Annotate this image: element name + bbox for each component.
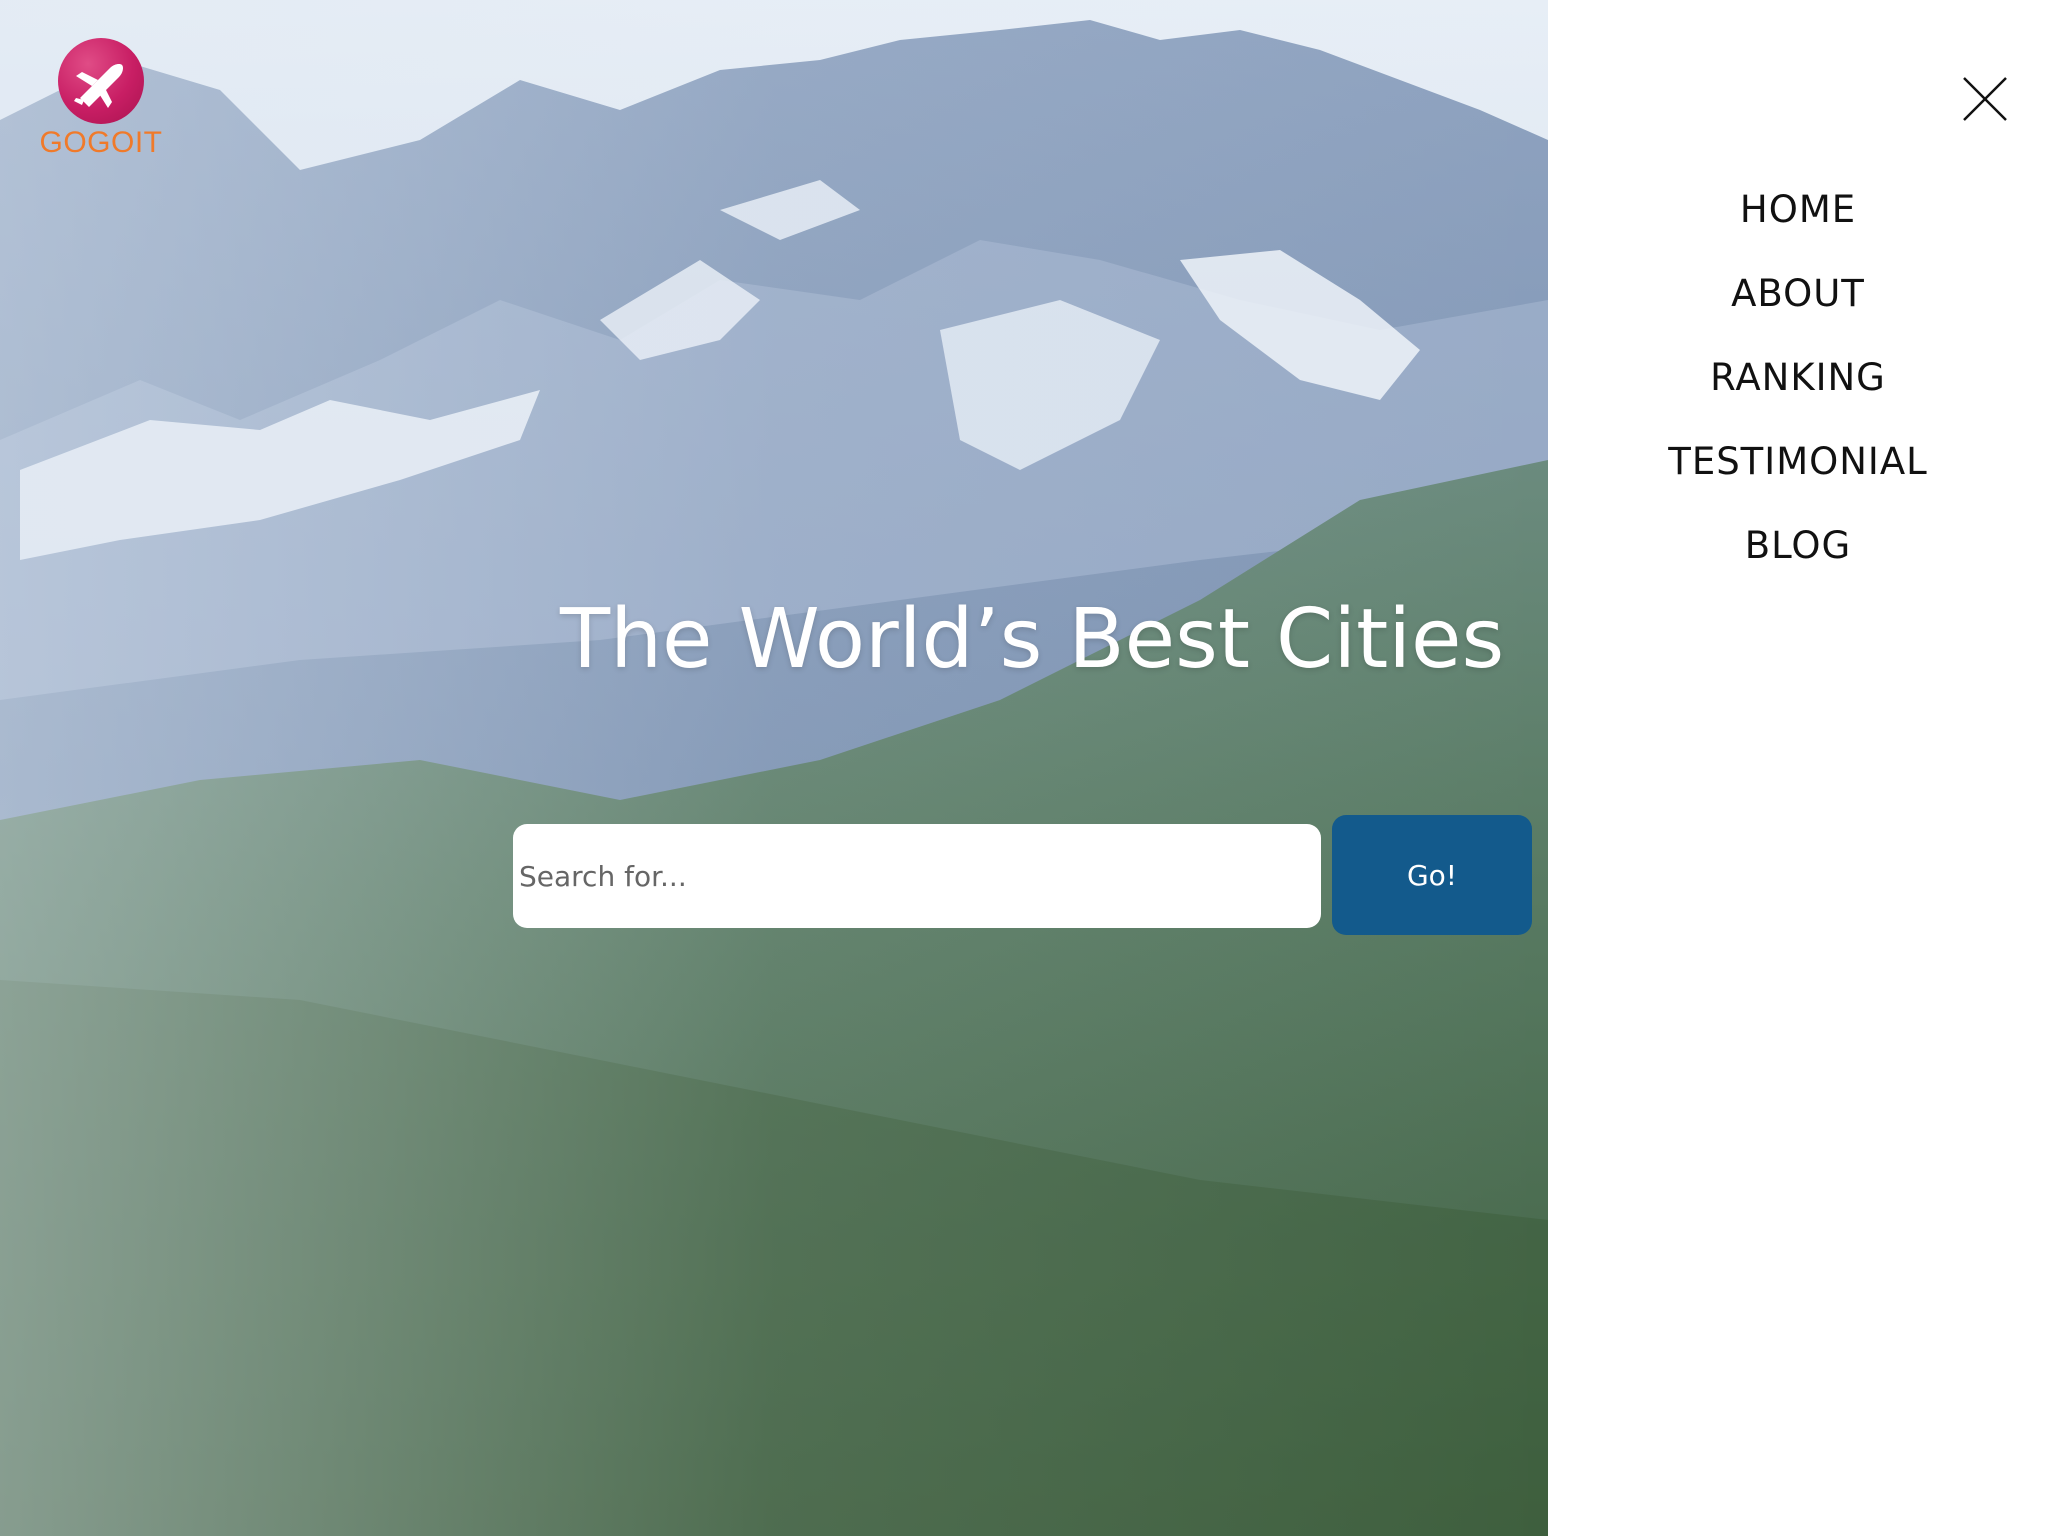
nav-item-about[interactable]: ABOUT — [1548, 252, 2048, 336]
side-navigation-menu: HOME ABOUT RANKING TESTIMONIAL BLOG — [1548, 0, 2048, 1536]
page: GOGOIT The World’s Best Cities Go! HOME … — [0, 0, 2048, 1536]
mountain-background-image — [0, 0, 1548, 1536]
nav-list: HOME ABOUT RANKING TESTIMONIAL BLOG — [1548, 168, 2048, 588]
go-button[interactable]: Go! — [1332, 815, 1532, 935]
nav-item-home[interactable]: HOME — [1548, 168, 2048, 252]
close-icon[interactable] — [1956, 70, 2012, 126]
nav-item-blog[interactable]: BLOG — [1548, 504, 2048, 588]
search-input[interactable] — [513, 824, 1321, 928]
nav-item-ranking[interactable]: RANKING — [1548, 336, 2048, 420]
nav-item-testimonial[interactable]: TESTIMONIAL — [1548, 420, 2048, 504]
hero-section: GOGOIT The World’s Best Cities Go! — [0, 0, 1548, 1536]
brand-logo[interactable]: GOGOIT — [38, 38, 164, 164]
hero-title: The World’s Best Cities — [560, 592, 1505, 687]
airplane-icon — [58, 38, 144, 124]
brand-name: GOGOIT — [39, 126, 163, 159]
